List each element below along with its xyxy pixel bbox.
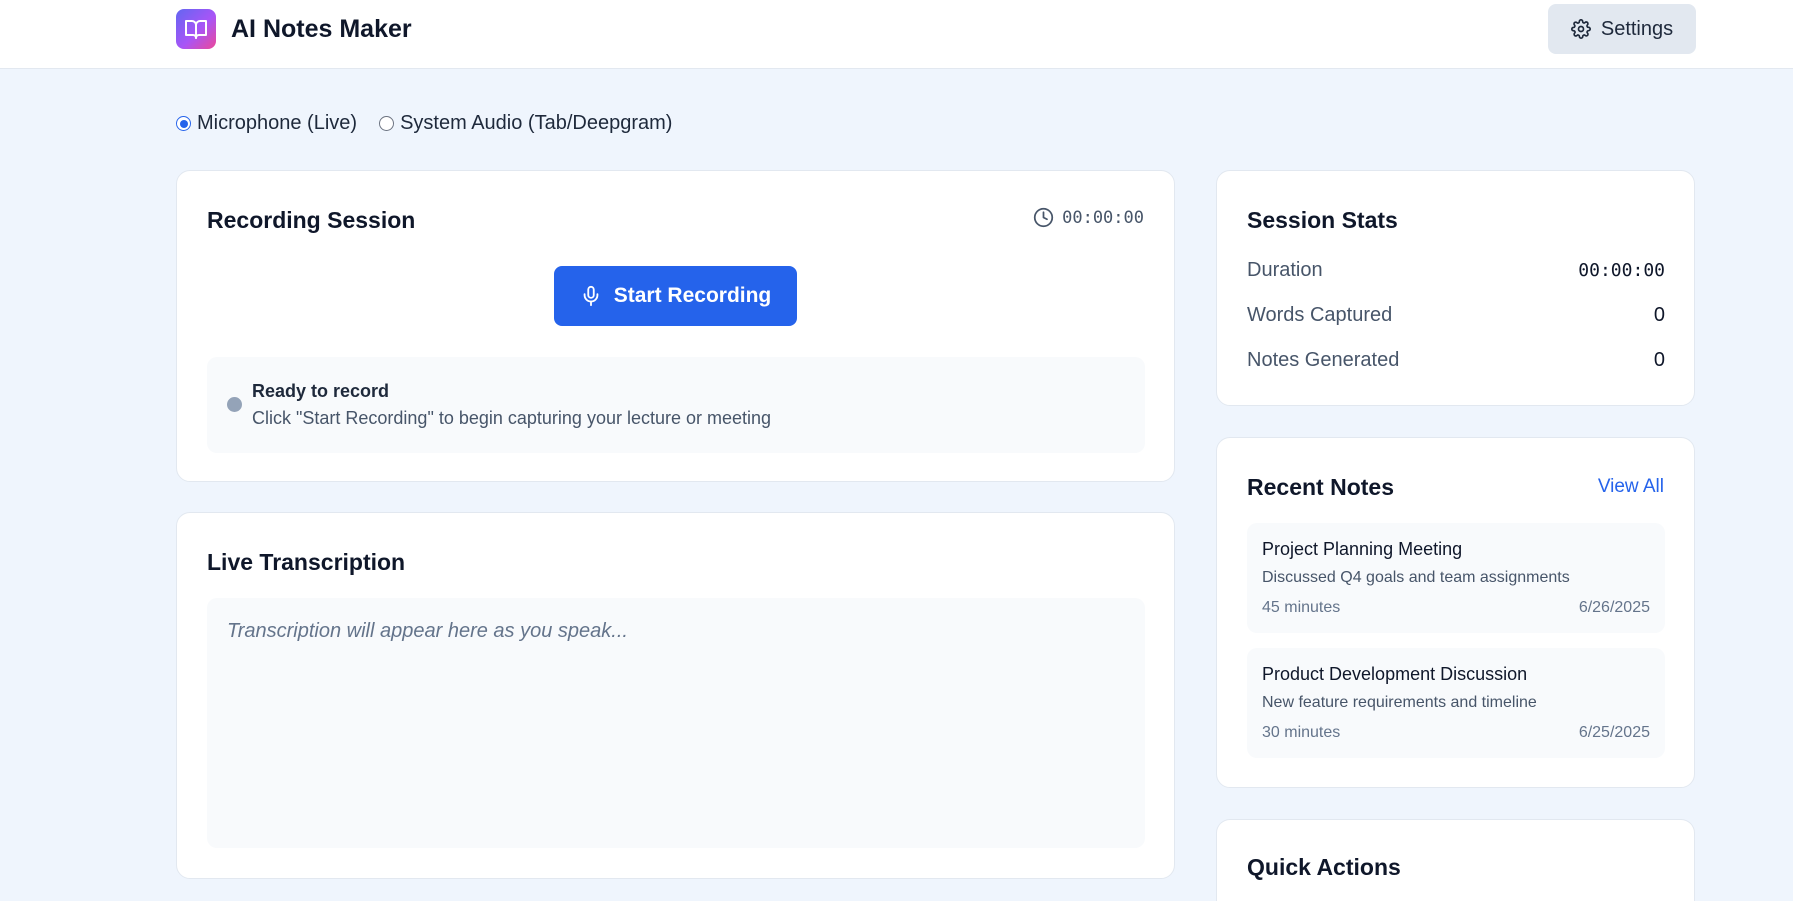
note-meta: 30 minutes 6/25/2025 <box>1262 724 1650 742</box>
stat-row-duration: Duration 00:00:00 <box>1247 259 1665 282</box>
stat-value: 00:00:00 <box>1578 260 1665 281</box>
note-title: Project Planning Meeting <box>1262 539 1463 559</box>
stat-value: 0 <box>1653 349 1665 371</box>
start-recording-button[interactable]: Start Recording <box>554 266 797 326</box>
stat-row-words: Words Captured 0 <box>1247 304 1665 327</box>
stat-row-notes: Notes Generated 0 <box>1247 349 1665 372</box>
recording-status-panel: Ready to record Click "Start Recording" … <box>207 357 1145 453</box>
recent-notes-title: Recent Notes <box>1247 474 1394 500</box>
live-transcription-card: Live Transcription <box>176 512 1175 879</box>
recent-notes-card: Recent Notes View All Project Planning M… <box>1216 437 1695 788</box>
app-title: AI Notes Maker <box>231 15 412 43</box>
session-stats-card: Session Stats Duration 00:00:00 Words Ca… <box>1216 170 1695 406</box>
stat-label: Words Captured <box>1247 304 1393 326</box>
note-date: 6/25/2025 <box>1578 724 1650 741</box>
timer-value: 00:00:00 <box>1062 207 1144 228</box>
note-description: Discussed Q4 goals and team assignments <box>1262 569 1570 586</box>
radio-system-audio-label: System Audio (Tab/Deepgram) <box>400 112 673 134</box>
stat-label: Duration <box>1247 259 1323 281</box>
microphone-icon <box>583 285 599 307</box>
radio-microphone[interactable]: Microphone (Live) <box>176 112 357 135</box>
view-all-link[interactable]: View All <box>1598 476 1664 498</box>
recent-note-item[interactable]: Project Planning Meeting Discussed Q4 go… <box>1247 523 1665 633</box>
note-description: New feature requirements and timeline <box>1262 694 1537 711</box>
start-recording-label: Start Recording <box>613 284 772 307</box>
audio-source-selector: Microphone (Live) System Audio (Tab/Deep… <box>176 112 672 135</box>
recording-session-card: Recording Session 00:00:00 Start Recordi… <box>176 170 1175 482</box>
note-duration: 45 minutes <box>1262 599 1341 616</box>
stat-value: 0 <box>1653 304 1665 326</box>
live-transcription-title: Live Transcription <box>207 549 406 575</box>
gear-icon <box>1570 19 1591 39</box>
recent-note-item[interactable]: Product Development Discussion New featu… <box>1247 648 1665 758</box>
settings-button[interactable]: Settings <box>1548 4 1696 54</box>
settings-label: Settings <box>1600 17 1674 40</box>
stat-label: Notes Generated <box>1247 349 1400 371</box>
book-open-icon <box>176 9 216 49</box>
note-title: Product Development Discussion <box>1262 664 1528 684</box>
radio-button-checked[interactable] <box>176 116 191 131</box>
radio-button[interactable] <box>379 116 395 131</box>
app-header: AI Notes Maker Settings <box>0 0 1793 69</box>
note-duration: 30 minutes <box>1262 724 1341 741</box>
status-title: Ready to record <box>252 381 390 401</box>
recording-session-title: Recording Session <box>207 207 416 233</box>
quick-actions-card: Quick Actions <box>1216 819 1695 901</box>
status-description: Click "Start Recording" to begin capturi… <box>252 408 772 428</box>
note-meta: 45 minutes 6/26/2025 <box>1262 599 1650 617</box>
session-timer: 00:00:00 <box>1033 207 1144 228</box>
radio-system-audio[interactable]: System Audio (Tab/Deepgram) <box>379 112 672 135</box>
clock-icon <box>1033 207 1054 228</box>
session-stats-title: Session Stats <box>1247 207 1398 233</box>
status-indicator-dot <box>227 397 242 412</box>
radio-microphone-label: Microphone (Live) <box>197 112 358 134</box>
transcription-textarea[interactable] <box>207 598 1145 848</box>
quick-actions-title: Quick Actions <box>1247 854 1401 880</box>
note-date: 6/26/2025 <box>1578 599 1650 616</box>
